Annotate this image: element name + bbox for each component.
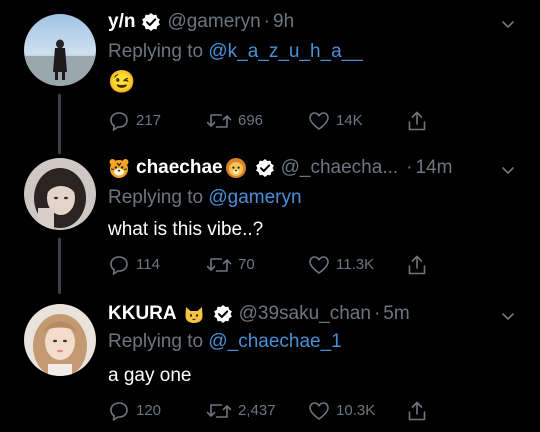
tweet-text: a gay one bbox=[108, 365, 192, 386]
like-button[interactable]: 11.3K bbox=[308, 254, 374, 276]
avatar-photo bbox=[24, 304, 96, 376]
tweet-text: what is this vibe..? bbox=[108, 219, 264, 240]
heart-icon bbox=[309, 256, 329, 274]
retweet-icon bbox=[206, 258, 232, 272]
chevron-down-icon[interactable] bbox=[500, 308, 516, 324]
separator-dot: · bbox=[373, 303, 381, 324]
separator-dot: · bbox=[406, 157, 413, 178]
display-name[interactable]: y/n bbox=[108, 10, 135, 34]
replying-to: Replying to @gameryn bbox=[108, 186, 302, 210]
user-handle[interactable]: @gameryn bbox=[167, 10, 260, 34]
replying-to: Replying to @k_a_z_u_h_a__ bbox=[108, 40, 363, 64]
replying-to-label: Replying to bbox=[108, 187, 204, 208]
share-icon bbox=[408, 255, 426, 275]
retweet-icon bbox=[206, 404, 232, 418]
user-handle[interactable]: @_chaecha... bbox=[281, 156, 399, 180]
verified-badge-icon bbox=[213, 305, 232, 323]
avatar-photo bbox=[24, 14, 96, 86]
reply-count: 114 bbox=[136, 256, 160, 273]
mention-link[interactable]: @k_a_z_u_h_a__ bbox=[208, 41, 363, 62]
heart-icon bbox=[309, 402, 329, 420]
retweet-icon bbox=[206, 114, 232, 128]
tiger-face-icon bbox=[109, 159, 129, 178]
lion-face-icon bbox=[225, 158, 246, 178]
retweet-button[interactable]: 696 bbox=[206, 110, 263, 132]
reply-icon bbox=[110, 402, 128, 421]
like-button[interactable]: 10.3K bbox=[308, 400, 375, 422]
timestamp[interactable]: 5m bbox=[383, 302, 409, 326]
share-button[interactable] bbox=[406, 400, 434, 422]
retweet-count: 2,437 bbox=[238, 402, 276, 419]
display-name[interactable]: chaechae bbox=[136, 156, 223, 180]
chevron-down-icon[interactable] bbox=[500, 16, 516, 32]
share-button[interactable] bbox=[406, 110, 434, 132]
avatar-photo bbox=[24, 158, 96, 230]
winking-face-icon: 😉 bbox=[108, 69, 136, 94]
tweet-actions: 120 2,437 10.3K bbox=[108, 400, 448, 424]
display-name[interactable]: KKURA bbox=[108, 302, 177, 326]
heart-icon bbox=[309, 112, 329, 130]
share-button[interactable] bbox=[406, 254, 434, 276]
retweet-button[interactable]: 70 bbox=[206, 254, 255, 276]
cat-face-icon bbox=[185, 307, 203, 323]
like-button[interactable]: 14K bbox=[308, 110, 363, 132]
like-count: 14K bbox=[336, 112, 363, 129]
reply-button[interactable]: 114 bbox=[108, 254, 160, 276]
like-count: 10.3K bbox=[336, 402, 376, 419]
user-handle[interactable]: @39saku_chan bbox=[239, 302, 371, 326]
reply-count: 120 bbox=[136, 402, 162, 419]
tweet-header: y/n @gameryn · 9h bbox=[108, 10, 294, 34]
verified-badge-icon bbox=[255, 159, 274, 177]
reply-icon bbox=[110, 256, 128, 275]
replying-to: Replying to @_chaechae_1 bbox=[108, 330, 342, 354]
retweet-button[interactable]: 2,437 bbox=[206, 400, 276, 422]
reply-count: 217 bbox=[136, 112, 162, 129]
replying-to-label: Replying to bbox=[108, 331, 204, 352]
mention-link[interactable]: @_chaechae_1 bbox=[208, 331, 341, 352]
reply-button[interactable]: 217 bbox=[108, 110, 161, 132]
reply-icon bbox=[110, 112, 128, 131]
timestamp[interactable]: 9h bbox=[273, 10, 294, 34]
replying-to-label: Replying to bbox=[108, 41, 204, 62]
avatar[interactable] bbox=[24, 304, 96, 376]
avatar[interactable] bbox=[24, 14, 96, 86]
tweet-header: chaechae @_chaecha... · 14m bbox=[108, 156, 452, 180]
share-icon bbox=[408, 401, 426, 421]
tweet[interactable]: y/n @gameryn · 9h Replying to @k_a_z_u_h… bbox=[0, 0, 540, 140]
like-count: 11.3K bbox=[336, 256, 375, 273]
tweet-actions: 114 70 11.3K bbox=[108, 254, 448, 278]
retweet-count: 70 bbox=[238, 256, 255, 273]
tweet-text: 😉 bbox=[108, 70, 135, 94]
tweet-header: KKURA @39saku_chan · 5m bbox=[108, 302, 410, 326]
tweet[interactable]: chaechae @_chaecha... · 14m Replying to … bbox=[0, 146, 540, 286]
verified-badge-icon bbox=[142, 13, 161, 31]
separator-dot: · bbox=[263, 11, 270, 32]
tweet[interactable]: KKURA @39saku_chan · 5m Replying to @_ch… bbox=[0, 292, 540, 432]
share-icon bbox=[408, 111, 426, 131]
retweet-count: 696 bbox=[238, 112, 264, 129]
mention-link[interactable]: @gameryn bbox=[208, 187, 301, 208]
tweet-actions: 217 696 14K bbox=[108, 110, 448, 134]
chevron-down-icon[interactable] bbox=[500, 162, 516, 178]
timestamp[interactable]: 14m bbox=[415, 156, 452, 180]
avatar[interactable] bbox=[24, 158, 96, 230]
reply-button[interactable]: 120 bbox=[108, 400, 161, 422]
